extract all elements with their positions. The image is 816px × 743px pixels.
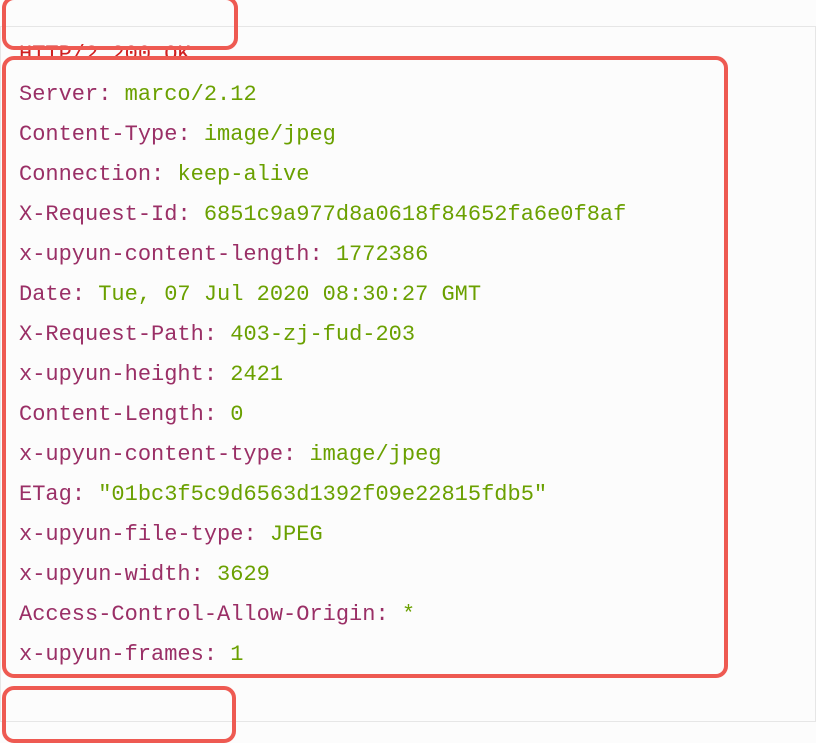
highlight-headers	[2, 56, 728, 678]
highlight-bottom	[2, 686, 236, 743]
highlight-status	[2, 0, 238, 50]
